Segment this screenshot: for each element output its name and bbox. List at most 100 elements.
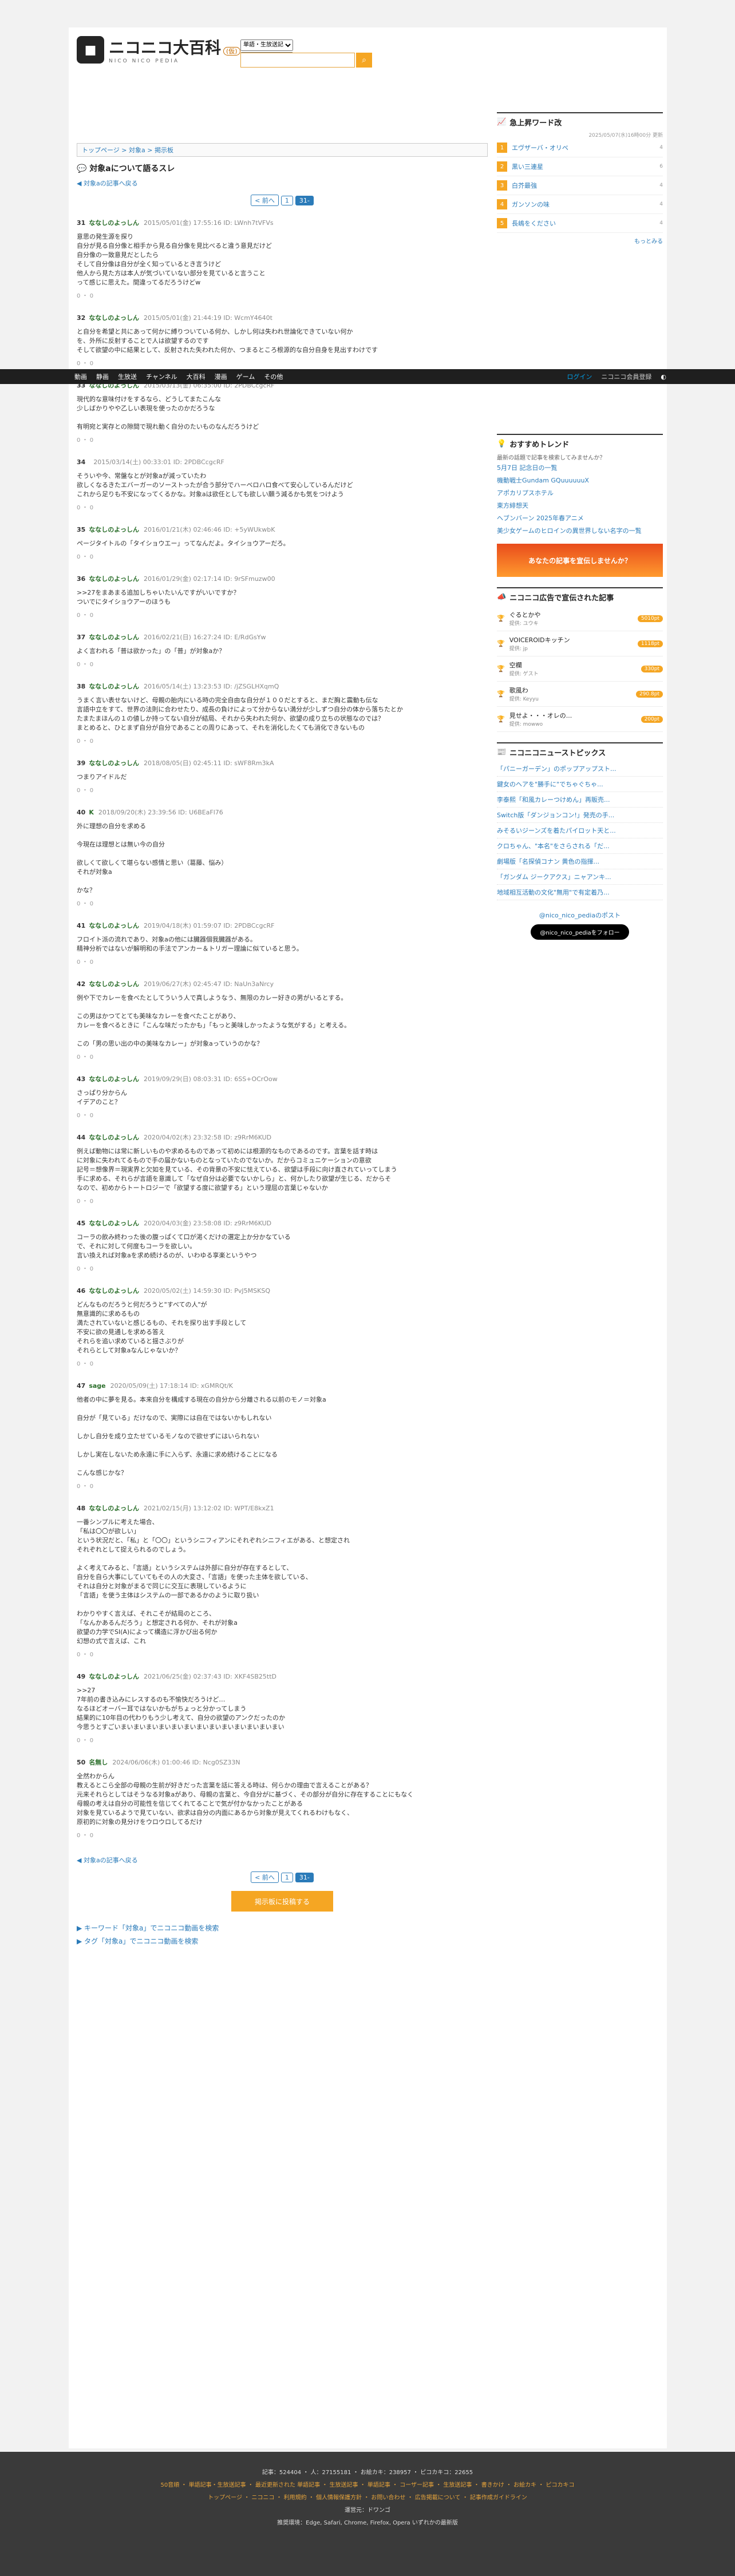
rise-more-link[interactable]: もっとみる bbox=[497, 236, 663, 245]
search-input[interactable] bbox=[240, 53, 355, 68]
post-reactions[interactable]: 0 ・ 0 bbox=[77, 1360, 488, 1369]
post-reactions[interactable]: 0 ・ 0 bbox=[77, 359, 488, 369]
post-number[interactable]: 47 bbox=[77, 1382, 85, 1390]
post-number[interactable]: 39 bbox=[77, 759, 85, 767]
nav-item[interactable]: ゲーム bbox=[236, 372, 255, 381]
post-number[interactable]: 46 bbox=[77, 1287, 85, 1295]
news-item[interactable]: みそるいジーンズを着たパイロット天と... bbox=[497, 823, 663, 838]
nav-item[interactable]: 動画 bbox=[74, 372, 87, 381]
post-reactions[interactable]: 0 ・ 0 bbox=[77, 900, 488, 909]
trend-item[interactable]: 美少女ゲームのヒロインの異世界しない名字の一覧 bbox=[497, 524, 663, 537]
post-reactions[interactable]: 0 ・ 0 bbox=[77, 553, 488, 562]
breadcrumb[interactable]: トップページ > 対象a > 掲示板 bbox=[77, 143, 488, 157]
post-reactions[interactable]: 0 ・ 0 bbox=[77, 436, 488, 445]
ad-item[interactable]: 🏆 空欄 提供: ゲスト 330pt bbox=[497, 656, 663, 682]
post-reactions[interactable]: 0 ・ 0 bbox=[77, 786, 488, 796]
theme-toggle-icon[interactable]: ◐ bbox=[661, 373, 666, 381]
ad-item[interactable]: 🏆 歌風わ 提供: Keyyu 290.8pt bbox=[497, 682, 663, 707]
post-number[interactable]: 49 bbox=[77, 1673, 85, 1680]
nav-item[interactable]: 生放送 bbox=[118, 372, 137, 381]
nav-item[interactable]: 大百科 bbox=[187, 372, 206, 381]
news-item[interactable]: 「ガンダム ジークアクス」ニャアンキ... bbox=[497, 869, 663, 885]
register-link[interactable]: ニコニコ会員登録 bbox=[601, 372, 651, 381]
pager-prev-bottom[interactable]: < 前へ bbox=[251, 1871, 279, 1883]
post-number[interactable]: 44 bbox=[77, 1134, 85, 1141]
login-link[interactable]: ログイン bbox=[567, 372, 592, 381]
ad-item[interactable]: 🏆 見せよ・・・オレの... 提供: mowwo 200pt bbox=[497, 707, 663, 732]
post-number[interactable]: 40 bbox=[77, 809, 85, 816]
post-number[interactable]: 48 bbox=[77, 1505, 85, 1512]
post-reactions[interactable]: 0 ・ 0 bbox=[77, 611, 488, 620]
post-reactions[interactable]: 0 ・ 0 bbox=[77, 504, 488, 513]
post-reactions[interactable]: 0 ・ 0 bbox=[77, 292, 488, 301]
post-reactions[interactable]: 0 ・ 0 bbox=[77, 958, 488, 967]
post-header: 39 ななしのよっしん 2018/08/05(日) 02:45:11 ID: sWF… bbox=[77, 759, 488, 768]
post-meta: 2018/09/20(木) 23:39:56 ID: U6BEaFl76 bbox=[98, 809, 223, 816]
news-item[interactable]: 李泰熙「和風カレーつけめん」再販売... bbox=[497, 792, 663, 808]
footer-links[interactable]: 50音順 ・ 単語記事・生放送記事 ・ 最近更新された 単語記事 ・ 生放送記事… bbox=[0, 2479, 735, 2492]
post-number[interactable]: 37 bbox=[77, 634, 85, 641]
news-item[interactable]: 劇場版「名探偵コナン 黄色の指揮... bbox=[497, 854, 663, 869]
post-reactions[interactable]: 0 ・ 0 bbox=[77, 1197, 488, 1206]
rise-item[interactable]: 3 白芥最強 4 bbox=[497, 176, 663, 195]
tag-search-link[interactable]: ▶ タグ「対象a」でニコニコ動画を検索 bbox=[77, 1936, 488, 1946]
post-number[interactable]: 36 bbox=[77, 575, 85, 583]
trend-item[interactable]: 5月7日 記念日の一覧 bbox=[497, 461, 663, 474]
post-number[interactable]: 42 bbox=[77, 980, 85, 988]
rise-item[interactable]: 1 エヴザーバ・オリベ 4 bbox=[497, 139, 663, 157]
back-to-article-link-bottom[interactable]: ◀ 対象aの記事へ戻る bbox=[77, 1855, 488, 1865]
post-number[interactable]: 31 bbox=[77, 219, 85, 227]
nav-item[interactable]: 静画 bbox=[96, 372, 109, 381]
x-follow-button[interactable]: @nico_nico_pediaをフォロー bbox=[531, 924, 629, 940]
news-item[interactable]: 「パニーガーデン」のポップアップスト... bbox=[497, 761, 663, 777]
site-logo[interactable]: ■ ニコニコ大百科 (仮) NICO NICO PEDIA bbox=[77, 35, 240, 64]
footer-links-2[interactable]: トップページ ・ ニコニコ ・ 利用規約 ・ 個人情報保護方針 ・ お問い合わせ… bbox=[0, 2492, 735, 2504]
pager-page-31[interactable]: 31- bbox=[295, 196, 314, 205]
rise-item[interactable]: 4 ガンソンの味 4 bbox=[497, 195, 663, 214]
ad-banner[interactable]: あなたの記事を宣伝しませんか？ bbox=[497, 544, 663, 577]
post-number[interactable]: 43 bbox=[77, 1075, 85, 1083]
rise-label: 白芥最強 bbox=[512, 182, 537, 189]
post-number[interactable]: 38 bbox=[77, 683, 85, 690]
post-reactions[interactable]: 0 ・ 0 bbox=[77, 660, 488, 670]
ad-item[interactable]: 🏆 ぐるとかや 提供: ユウキ 5010pt bbox=[497, 606, 663, 631]
keyword-search-link[interactable]: ▶ キーワード「対象a」でニコニコ動画を検索 bbox=[77, 1923, 488, 1933]
back-to-article-link[interactable]: ◀ 対象aの記事へ戻る bbox=[77, 179, 488, 188]
rise-item[interactable]: 5 長嶋をください 4 bbox=[497, 214, 663, 233]
trend-item[interactable]: 機動戦士Gundam GQuuuuuuX bbox=[497, 474, 663, 486]
rise-item[interactable]: 2 黒い三連星 6 bbox=[497, 157, 663, 176]
pager-page-1[interactable]: 1 bbox=[280, 196, 293, 205]
ad-item[interactable]: 🏆 VOICEROIDキッチン 提供: jp 1118pt bbox=[497, 631, 663, 656]
post-reactions[interactable]: 0 ・ 0 bbox=[77, 1651, 488, 1660]
pager-page-1-bottom[interactable]: 1 bbox=[280, 1873, 293, 1882]
post-reactions[interactable]: 0 ・ 0 bbox=[77, 1053, 488, 1062]
nav-item[interactable]: その他 bbox=[264, 372, 283, 381]
post-reactions[interactable]: 0 ・ 0 bbox=[77, 737, 488, 746]
x-post-title[interactable]: @nico_nico_pediaのポスト bbox=[497, 911, 663, 920]
news-item[interactable]: Switch版「ダンジョンコン!」発売の手... bbox=[497, 808, 663, 823]
post-number[interactable]: 35 bbox=[77, 526, 85, 533]
news-item[interactable]: クロちゃん、"本名"をさらされる「だ... bbox=[497, 838, 663, 854]
post-reactions[interactable]: 0 ・ 0 bbox=[77, 1736, 488, 1746]
search-scope-select[interactable]: 単語・生放送記事 bbox=[240, 39, 293, 51]
post-reactions[interactable]: 0 ・ 0 bbox=[77, 1265, 488, 1274]
post-number[interactable]: 32 bbox=[77, 314, 85, 322]
post-reactions[interactable]: 0 ・ 0 bbox=[77, 1831, 488, 1841]
news-item[interactable]: 地域相互活動の文化"無用"で有定着乃... bbox=[497, 885, 663, 900]
nav-item[interactable]: 漫画 bbox=[215, 372, 227, 381]
trend-item[interactable]: アポカリプスホテル bbox=[497, 486, 663, 499]
trend-item[interactable]: 東方緋想天 bbox=[497, 499, 663, 512]
pager-page-31-bottom[interactable]: 31- bbox=[295, 1873, 314, 1882]
post-reactions[interactable]: 0 ・ 0 bbox=[77, 1482, 488, 1491]
post-number[interactable]: 34 bbox=[77, 458, 85, 466]
post-number[interactable]: 50 bbox=[77, 1759, 85, 1766]
post-number[interactable]: 45 bbox=[77, 1220, 85, 1227]
pager-prev[interactable]: < 前へ bbox=[251, 195, 279, 206]
nav-item[interactable]: チャンネル bbox=[146, 372, 177, 381]
post-reactions[interactable]: 0 ・ 0 bbox=[77, 1111, 488, 1121]
post-number[interactable]: 41 bbox=[77, 922, 85, 929]
trend-item[interactable]: ヘブンバーン 2025年春アニメ bbox=[497, 512, 663, 524]
search-button[interactable]: ⌕ bbox=[356, 53, 372, 68]
post-to-board-button[interactable]: 掲示板に投稿する bbox=[231, 1891, 333, 1912]
news-item[interactable]: 鍵女のヘアを"勝手に"でちゃぐちゃ... bbox=[497, 777, 663, 792]
